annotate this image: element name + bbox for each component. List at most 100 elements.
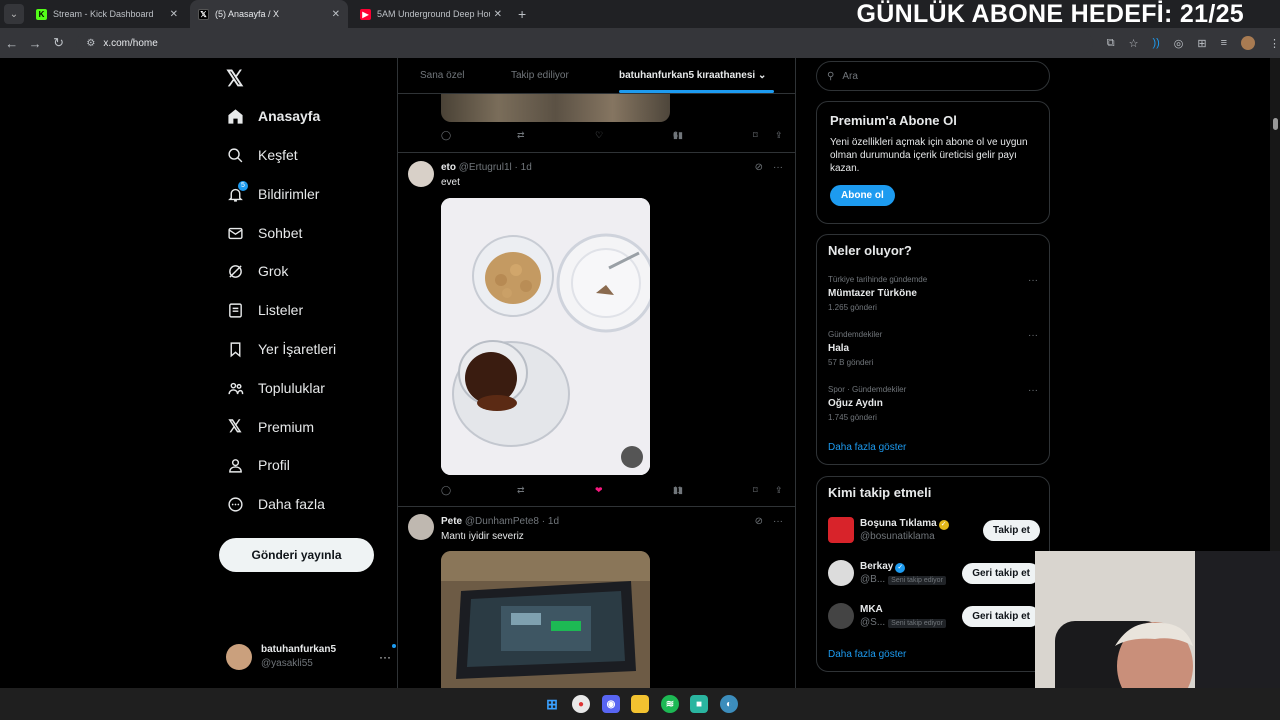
reload-icon[interactable]: ↻ xyxy=(47,35,70,51)
windows-start-icon[interactable]: ⊞ xyxy=(543,695,561,713)
follow-button[interactable]: Takip et xyxy=(982,519,1040,541)
subscribe-button[interactable]: Abone ol xyxy=(830,185,895,206)
like-icon[interactable]: ❤ xyxy=(595,485,603,496)
post-text: evet xyxy=(441,177,460,188)
more-icon[interactable]: ··· xyxy=(773,162,783,173)
who-to-follow-show-more[interactable]: Daha fazla göster xyxy=(828,649,906,660)
app-icon[interactable]: ■ xyxy=(690,695,708,713)
nav-explore[interactable]: Keşfet xyxy=(226,140,298,170)
forward-icon[interactable]: → xyxy=(23,36,46,51)
more-icon[interactable]: ··· xyxy=(1028,385,1038,396)
vpn-icon[interactable]: ◎ xyxy=(1174,37,1184,50)
close-icon[interactable]: ✕ xyxy=(494,9,502,20)
extension-icon[interactable]: )) xyxy=(1152,37,1159,49)
follow-back-button[interactable]: Geri takip et xyxy=(962,562,1040,584)
trend-item[interactable]: Spor · Gündemdekiler Oğuz Aydın 1.745 gö… xyxy=(828,385,1040,422)
nav-grok[interactable]: Grok xyxy=(226,256,288,286)
follow-suggestion[interactable]: Berkay ✓ @B... Seni takip ediyor Geri taki… xyxy=(828,558,1040,588)
nav-bookmarks[interactable]: Yer İşaretleri xyxy=(226,334,336,364)
like-icon[interactable]: ♡ xyxy=(595,130,603,141)
account-switcher[interactable]: batuhanfurkan5 @yasakli55 ··· xyxy=(226,643,396,671)
trend-item[interactable]: Türkiye tarihinde gündemde Mümtazer Türk… xyxy=(828,275,1040,312)
more-icon[interactable]: ··· xyxy=(773,516,783,527)
nav-premium[interactable]: 𝕏 Premium xyxy=(226,412,314,442)
post-text: Mantı iyidir severiz xyxy=(441,531,524,542)
nav-profile[interactable]: Profil xyxy=(226,450,290,480)
post-image[interactable] xyxy=(441,198,650,475)
views-icon[interactable]: ▮▮ 11 xyxy=(673,485,683,496)
reply-icon[interactable]: ◯ xyxy=(441,485,451,496)
back-icon[interactable]: ← xyxy=(0,36,23,51)
trends-title: Neler oluyor? xyxy=(828,243,912,258)
repost-icon[interactable]: ⇄ xyxy=(517,485,525,496)
follow-suggestion[interactable]: Boşuna Tıklama ✓ @bosunatiklama Takip et xyxy=(828,515,1040,545)
more-icon[interactable]: ··· xyxy=(379,644,396,664)
follow-back-button[interactable]: Geri takip et xyxy=(962,605,1040,627)
new-tab-button[interactable]: + xyxy=(518,6,526,22)
folder-icon[interactable] xyxy=(631,695,649,713)
post-image[interactable] xyxy=(441,551,650,688)
author-handle[interactable]: @DunhamPete8 xyxy=(465,516,539,527)
tab-kick[interactable]: K Stream - Kick Dashboard ✕ xyxy=(28,0,186,28)
avatar[interactable] xyxy=(408,161,434,187)
post-time[interactable]: 1d xyxy=(521,162,532,173)
chrome-icon[interactable]: ● xyxy=(572,695,590,713)
tab-label: 5AM Underground Deep Hous xyxy=(377,9,490,19)
spotify-icon[interactable]: ≋ xyxy=(661,695,679,713)
repost-icon[interactable]: ⇄ xyxy=(517,130,525,141)
tab-youtube[interactable]: ▶ 5AM Underground Deep Hous ✕ xyxy=(352,0,510,28)
media-icon[interactable]: ≡ xyxy=(1221,37,1227,49)
puzzle-icon[interactable]: ⊞ xyxy=(1197,37,1206,50)
bookmark-icon[interactable]: ⌑ xyxy=(753,130,758,141)
post-button[interactable]: Gönderi yayınla xyxy=(219,538,374,572)
post-time[interactable]: 1d xyxy=(548,516,559,527)
close-icon[interactable]: ✕ xyxy=(332,9,340,20)
author-handle[interactable]: @Ertugrul1l xyxy=(459,162,512,173)
author-name[interactable]: Pete xyxy=(441,516,462,527)
close-icon[interactable]: ✕ xyxy=(170,9,178,20)
nav-label: Bildirimler xyxy=(258,186,320,202)
trends-show-more[interactable]: Daha fazla göster xyxy=(828,442,906,453)
share-icon[interactable]: ⇪ xyxy=(775,485,783,496)
timeline: Sana özel Takip ediliyor batuhanfurkan5 … xyxy=(397,58,796,688)
network-app-icon[interactable]: ◐ xyxy=(720,695,738,713)
grok-icon[interactable]: ⊘ xyxy=(755,162,763,173)
bell-icon: 5 xyxy=(226,181,248,203)
nav-lists[interactable]: Listeler xyxy=(226,295,303,325)
follow-suggestion[interactable]: MKA @S... Seni takip ediyor Geri takip et xyxy=(828,601,1040,631)
right-sidebar: ⚲ Ara Premium'a Abone Ol Yeni özellikler… xyxy=(816,58,1050,688)
nav-communities[interactable]: Topluluklar xyxy=(226,373,325,403)
nav-home[interactable]: Anasayfa xyxy=(226,101,320,131)
profile-avatar[interactable] xyxy=(1241,36,1256,50)
address-bar[interactable]: ⚙ x.com/home xyxy=(76,32,1093,54)
timeline-tabs: Sana özel Takip ediliyor batuhanfurkan5 … xyxy=(398,58,795,94)
tab-following[interactable]: Takip ediliyor xyxy=(511,70,569,81)
tab-community[interactable]: batuhanfurkan5 kıraathanesi ⌄ xyxy=(619,70,766,81)
nav-more[interactable]: Daha fazla xyxy=(226,489,325,519)
avatar[interactable] xyxy=(408,514,434,540)
tab-search-button[interactable]: ⌄ xyxy=(4,4,24,24)
site-info-icon[interactable]: ⚙ xyxy=(86,38,95,49)
x-logo-icon[interactable]: 𝕏 xyxy=(226,66,244,92)
grok-icon[interactable]: ⊘ xyxy=(755,516,763,527)
nav-notifications[interactable]: 5 Bildirimler xyxy=(226,179,319,209)
discord-icon[interactable]: ◉ xyxy=(602,695,620,713)
post-image[interactable] xyxy=(441,94,670,122)
bookmark-icon[interactable]: ⌑ xyxy=(753,485,758,496)
nav-label: Sohbet xyxy=(258,225,303,241)
nav-label: Keşfet xyxy=(258,147,298,163)
tab-x[interactable]: 𝕏 (5) Anasayfa / X ✕ xyxy=(190,0,348,28)
views-icon[interactable]: ▮▮ 6 xyxy=(673,130,683,141)
star-icon[interactable]: ☆ xyxy=(1129,37,1139,50)
more-icon[interactable]: ··· xyxy=(1028,275,1038,286)
install-icon[interactable]: ⧉ xyxy=(1107,37,1115,50)
reply-icon[interactable]: ◯ xyxy=(441,130,451,141)
author-name[interactable]: eto xyxy=(441,162,456,173)
more-icon[interactable]: ··· xyxy=(1028,330,1038,341)
trend-item[interactable]: Gündemdekiler Hala 57 B gönderi ··· xyxy=(828,330,1040,367)
tab-for-you[interactable]: Sana özel xyxy=(420,70,464,81)
menu-icon[interactable]: ⋮ xyxy=(1269,37,1280,50)
share-icon[interactable]: ⇪ xyxy=(775,130,783,141)
nav-messages[interactable]: Sohbet xyxy=(226,218,302,248)
search-input[interactable]: ⚲ Ara xyxy=(816,61,1050,91)
